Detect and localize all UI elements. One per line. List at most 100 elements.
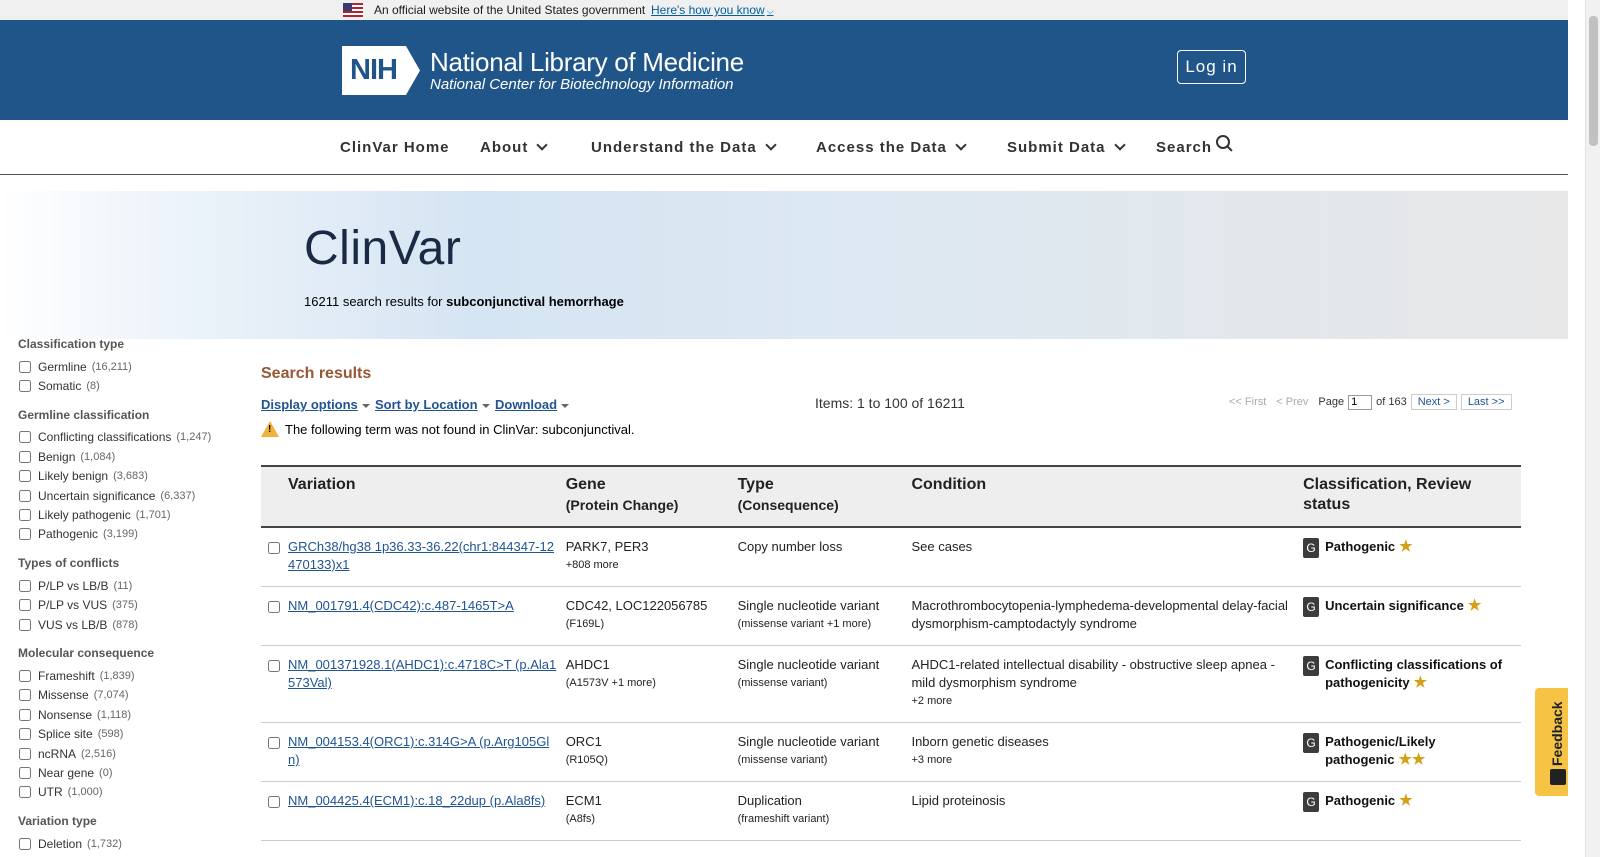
facet-checkbox[interactable]	[19, 728, 31, 741]
login-button[interactable]: Log in	[1177, 50, 1246, 84]
prev-page-link[interactable]: < Prev	[1276, 396, 1308, 408]
row-select-checkbox[interactable]	[268, 737, 280, 749]
facet-option[interactable]: Uncertain significance (6,337)	[18, 486, 238, 505]
variation-link[interactable]: NM_004425.4(ECM1):c.18_22dup (p.Ala8fs)	[288, 793, 545, 808]
variation-link[interactable]: GRCh38/hg38 1p36.33-36.22(chr1:844347-12…	[288, 539, 554, 572]
nav-access-data[interactable]: Access the Data	[816, 139, 967, 156]
facet-option[interactable]: Nonsense (1,118)	[18, 705, 238, 724]
facet-count: (8)	[86, 380, 100, 393]
page-total: of 163	[1376, 396, 1407, 408]
classification-cell: G Pathogenic ★	[1303, 792, 1517, 812]
last-page-button[interactable]: Last >>	[1460, 394, 1512, 410]
col-classification[interactable]: Classification, Review status	[1299, 466, 1521, 527]
facet-label: Pathogenic	[38, 527, 99, 542]
sort-menu[interactable]: Sort by Location	[375, 397, 490, 412]
facet-checkbox[interactable]	[19, 747, 31, 760]
facet-option[interactable]: P/LP vs LB/B (11)	[18, 576, 238, 595]
col-variation[interactable]: Variation	[284, 466, 562, 527]
review-star-icon: ★★	[1398, 751, 1426, 768]
results-table: Variation Gene (Protein Change) Type (Cons…	[261, 465, 1521, 841]
facet-checkbox[interactable]	[19, 689, 31, 702]
variation-link[interactable]: NM_004153.4(ORC1):c.314G>A (p.Arg105Gln)	[288, 734, 549, 767]
row-select-checkbox[interactable]	[268, 660, 280, 672]
facet-label: P/LP vs LB/B	[38, 578, 109, 593]
first-page-link[interactable]: << First	[1229, 396, 1266, 408]
facet-checkbox[interactable]	[19, 360, 31, 373]
page-number-input[interactable]	[1348, 394, 1373, 410]
facet-checkbox[interactable]	[19, 431, 31, 444]
row-select-checkbox[interactable]	[268, 796, 280, 808]
facet-label: Benign	[38, 449, 76, 464]
variation-link[interactable]: NM_001371928.1(AHDC1):c.4718C>T (p.Ala15…	[288, 657, 556, 690]
nlm-logo[interactable]: NIH National Library of Medicine Nationa…	[342, 46, 744, 95]
facet-checkbox[interactable]	[19, 837, 31, 850]
facet-option[interactable]: Benign (1,084)	[18, 447, 238, 466]
facet-checkbox[interactable]	[19, 380, 31, 393]
chevron-down-icon	[1113, 139, 1126, 151]
gov-banner: An official website of the United States…	[0, 0, 1568, 20]
nav-submit-data[interactable]: Submit Data	[1007, 139, 1126, 156]
facet-option[interactable]: Pathogenic (3,199)	[18, 525, 238, 544]
search-results: Search results Display options Sort by L…	[261, 365, 1521, 841]
table-header-row: Variation Gene (Protein Change) Type (Cons…	[261, 466, 1521, 527]
facet-checkbox[interactable]	[19, 470, 31, 483]
row-select-checkbox[interactable]	[268, 601, 280, 613]
facet-option[interactable]: Deletion (1,732)	[18, 834, 238, 853]
page-scrollbar[interactable]	[1585, 0, 1600, 857]
facet-option[interactable]: P/LP vs VUS (375)	[18, 596, 238, 615]
germline-badge: G	[1303, 792, 1320, 812]
facet-option[interactable]: Somatic (8)	[18, 376, 238, 395]
col-gene[interactable]: Gene (Protein Change)	[562, 466, 734, 527]
facet-checkbox[interactable]	[19, 450, 31, 463]
facet-option[interactable]: UTR (1,000)	[18, 783, 238, 802]
facet-option[interactable]: Conflicting classifications (1,247)	[18, 428, 238, 447]
row-select-checkbox[interactable]	[268, 542, 280, 554]
facet-checkbox[interactable]	[19, 579, 31, 592]
facet-option[interactable]: Missense (7,074)	[18, 686, 238, 705]
facet-checkbox[interactable]	[19, 708, 31, 721]
display-options-menu[interactable]: Display options	[261, 397, 370, 412]
classification-label: Conflicting classifications of pathogeni…	[1325, 657, 1503, 691]
facet-checkbox[interactable]	[19, 509, 31, 522]
facet-checkbox[interactable]	[19, 528, 31, 541]
facet-checkbox[interactable]	[19, 599, 31, 612]
main-nav: ClinVar Home About Understand the Data A…	[0, 120, 1568, 175]
facet-checkbox[interactable]	[19, 489, 31, 502]
nav-search[interactable]: Search	[1156, 134, 1234, 156]
facet-option[interactable]: Frameshift (1,839)	[18, 666, 238, 685]
protein-change: (F169L)	[565, 618, 605, 630]
gene-name: ORC1	[565, 734, 602, 749]
nav-clinvar-home[interactable]: ClinVar Home	[340, 139, 450, 156]
facet-option[interactable]: Likely benign (3,683)	[18, 467, 238, 486]
condition-text: AHDC1-related intellectual disability - …	[911, 657, 1275, 690]
nav-about[interactable]: About	[480, 139, 548, 156]
facet-option[interactable]: ncRNA (2,516)	[18, 744, 238, 763]
facet-checkbox[interactable]	[19, 786, 31, 799]
variation-link[interactable]: NM_001791.4(CDC42):c.487-1465T>A	[288, 598, 514, 613]
facet-title: Types of conflicts	[18, 556, 120, 571]
caret-down-icon	[361, 403, 370, 408]
facet-count: (878)	[112, 618, 139, 631]
facet-option[interactable]: Likely pathogenic (1,701)	[18, 505, 238, 524]
facet-checkbox[interactable]	[19, 669, 31, 682]
variant-type: Single nucleotide variant	[737, 598, 880, 613]
feedback-tab[interactable]: Feedback	[1535, 688, 1568, 796]
facet-group: Classification type Germline (16,211) Somat…	[18, 337, 238, 396]
facet-option[interactable]: Germline (16,211)	[18, 357, 238, 376]
facet-option[interactable]: VUS vs LB/B (878)	[18, 615, 238, 634]
page-label: Page	[1318, 396, 1345, 408]
facet-label: Near gene	[38, 765, 95, 780]
facet-option[interactable]: Near gene (0)	[18, 763, 238, 782]
facet-checkbox[interactable]	[19, 766, 31, 779]
next-page-button[interactable]: Next >	[1410, 394, 1457, 410]
facet-label: Likely pathogenic	[38, 508, 131, 523]
col-type[interactable]: Type (Consequence)	[734, 466, 908, 527]
nav-understand-data[interactable]: Understand the Data	[591, 139, 777, 156]
download-menu[interactable]: Download	[495, 397, 570, 412]
facet-option[interactable]: Splice site (598)	[18, 724, 238, 743]
how-you-know-link[interactable]: Here's how you know ⌵	[651, 3, 774, 17]
scrollbar-thumb[interactable]	[1589, 16, 1598, 146]
facet-label: Frameshift	[38, 668, 95, 683]
facet-checkbox[interactable]	[19, 618, 31, 631]
col-condition[interactable]: Condition	[907, 466, 1299, 527]
